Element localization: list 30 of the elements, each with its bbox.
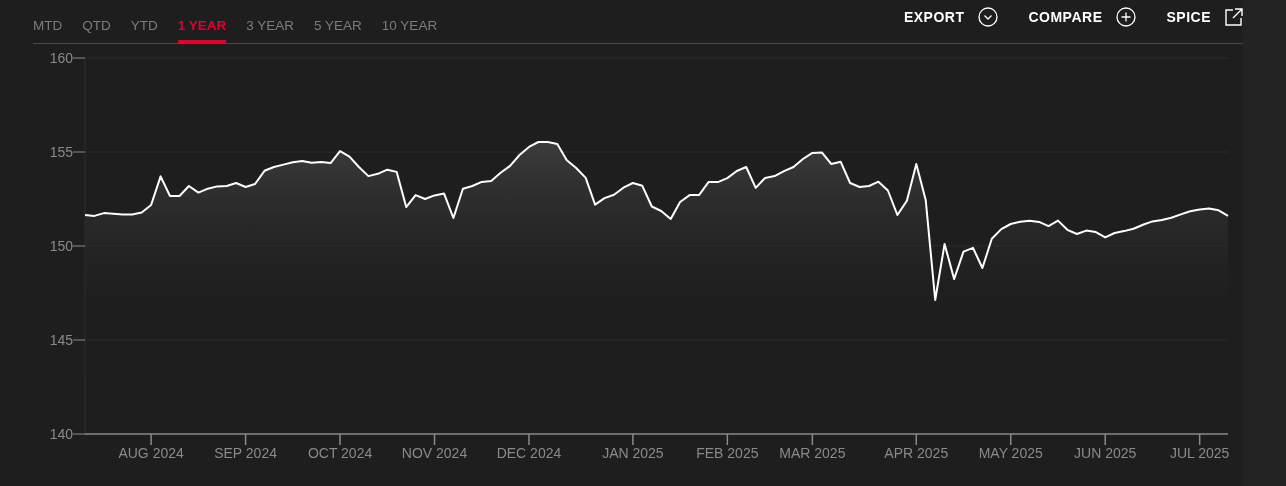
x-axis-label: NOV 2024 [401, 445, 468, 461]
y-axis-label: 140 [49, 426, 73, 442]
x-axis-label: MAR 2025 [779, 445, 846, 461]
x-axis-label: AUG 2024 [118, 445, 184, 461]
x-axis-label: SEP 2024 [214, 445, 277, 461]
spice-link[interactable]: SPICE [1166, 6, 1243, 28]
range-tab[interactable]: 5 YEAR [314, 0, 362, 43]
x-axis-label: FEB 2025 [696, 445, 759, 461]
range-tab[interactable]: 10 YEAR [381, 0, 438, 43]
range-tab[interactable]: YTD [130, 0, 158, 43]
x-axis-label: MAY 2025 [978, 445, 1043, 461]
x-axis-label: JUN 2025 [1074, 445, 1137, 461]
x-axis-label: OCT 2024 [307, 445, 373, 461]
range-tab[interactable]: QTD [82, 0, 111, 43]
external-link-icon [1225, 8, 1243, 26]
x-axis-label: JAN 2025 [602, 445, 664, 461]
chevron-circle-icon [978, 7, 999, 27]
x-axis-label: APR 2025 [884, 445, 949, 461]
range-tab[interactable]: 1 YEAR [177, 0, 227, 43]
range-tab[interactable]: MTD [33, 0, 63, 43]
range-tab[interactable]: 3 YEAR [246, 0, 295, 43]
export-button[interactable]: EXPORT [903, 6, 999, 28]
compare-button[interactable]: COMPARE [1028, 6, 1137, 28]
x-axis-label: DEC 2024 [496, 445, 562, 461]
plus-circle-icon [1116, 7, 1137, 27]
x-axis-label: JUL 2025 [1169, 445, 1230, 461]
y-axis-label: 160 [49, 50, 73, 66]
y-axis-label: 155 [49, 144, 73, 160]
y-axis-label: 150 [49, 238, 73, 254]
y-axis-label: 145 [49, 332, 73, 348]
